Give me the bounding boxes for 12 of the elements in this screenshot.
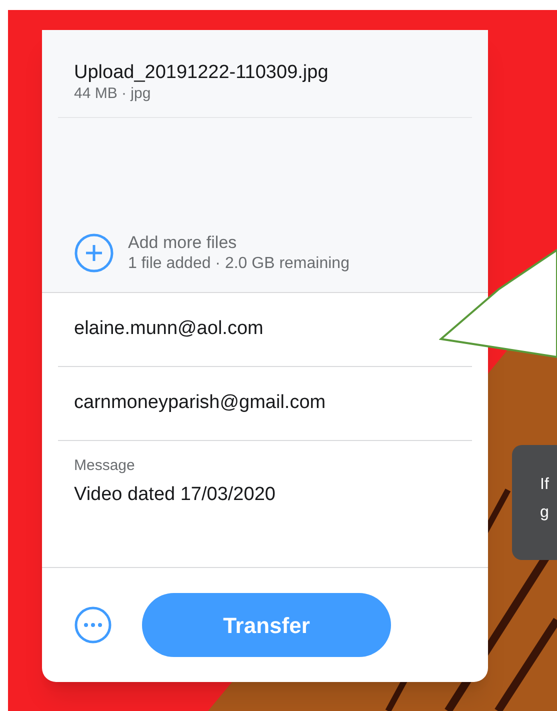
email-field[interactable]: carnmoneyparish@gmail.com xyxy=(58,389,418,418)
file-name: Upload_20191222-110309.jpg xyxy=(74,61,330,85)
add-icon[interactable] xyxy=(74,233,114,273)
add-files-label[interactable]: Add more files xyxy=(128,232,350,254)
tooltip-text: g xyxy=(540,503,550,523)
more-options-icon[interactable] xyxy=(74,606,112,644)
file-meta: 44 MB · jpg xyxy=(74,85,152,103)
add-files-status: 1 file added · 2.0 GB remaining xyxy=(128,254,350,274)
message-field[interactable]: Video dated 17/03/2020 xyxy=(74,481,456,510)
message-label: Message xyxy=(74,457,136,475)
email-field[interactable]: elaine.munn@aol.com xyxy=(58,315,418,344)
tooltip-text: If xyxy=(540,475,550,495)
